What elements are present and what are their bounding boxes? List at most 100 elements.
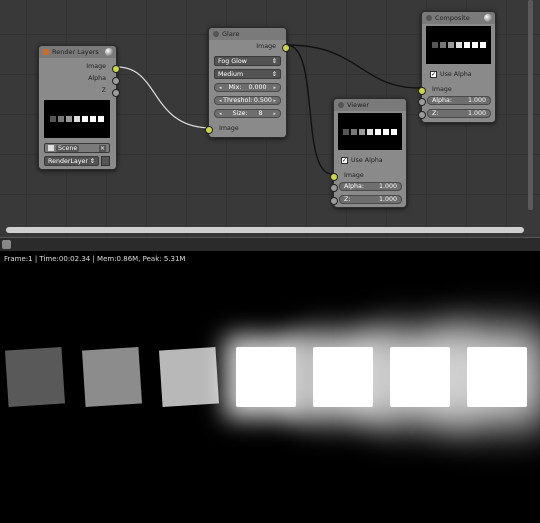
render-cube xyxy=(313,343,377,407)
render-layers-header[interactable]: Render Layers xyxy=(39,46,116,58)
scene-icon xyxy=(48,145,54,151)
viewer-input-image: Image xyxy=(344,172,364,179)
chevron-updown-icon: ⇕ xyxy=(271,57,277,65)
glare-type-value: Fog Glow xyxy=(218,57,247,65)
viewer-collapse-icon[interactable] xyxy=(338,102,344,108)
viewer-use-alpha-label: Use Alpha xyxy=(351,157,383,164)
render-layers-title: Render Layers xyxy=(52,48,99,56)
glare-output-socket[interactable] xyxy=(282,44,290,52)
editor-type-icon[interactable] xyxy=(2,240,11,249)
arrow-right-icon[interactable]: ▸ xyxy=(273,98,276,104)
glare-threshold-field[interactable]: ◂ Threshol: 0.500 ▸ xyxy=(214,96,281,105)
composite-input-image: Image xyxy=(432,86,452,93)
horizontal-scrollbar[interactable] xyxy=(6,227,524,233)
viewer-z-value: 1.000 xyxy=(378,196,397,203)
render-layers-preview xyxy=(44,100,110,138)
viewer-image-socket[interactable] xyxy=(330,173,338,181)
viewer-alpha-socket[interactable] xyxy=(330,184,338,192)
viewer-alpha-value: 1.000 xyxy=(378,183,397,190)
glare-input-socket[interactable] xyxy=(205,126,213,134)
chevron-updown-icon: ⇕ xyxy=(271,70,277,78)
render-cube xyxy=(82,343,146,407)
glare-collapse-icon[interactable] xyxy=(213,31,219,37)
chevron-updown-icon: ⇕ xyxy=(89,157,95,165)
composite-alpha-label: Alpha: xyxy=(432,97,453,104)
render-layers-node[interactable]: Render Layers Image Alpha Z Scene × Rend… xyxy=(38,45,120,170)
viewer-use-alpha-checkbox[interactable]: ✓ xyxy=(341,157,348,164)
composite-z-socket[interactable] xyxy=(418,111,426,119)
composite-preview xyxy=(426,26,491,64)
vertical-scrollbar[interactable] xyxy=(528,0,533,210)
render-layers-z-socket[interactable] xyxy=(112,89,120,97)
arrow-left-icon[interactable]: ◂ xyxy=(219,98,222,104)
render-layer-selector[interactable]: RenderLayer ⇕ xyxy=(44,156,99,166)
scene-label: Scene xyxy=(56,144,80,152)
glare-mix-field[interactable]: ◂ Mix: 0.000 ▸ xyxy=(214,83,281,92)
render-result-view[interactable]: Frame:1 | Time:00:02.34 | Mem:0.86M, Pea… xyxy=(0,251,540,523)
viewer-header[interactable]: Viewer xyxy=(334,99,406,111)
scene-selector[interactable]: Scene × xyxy=(44,143,110,153)
glare-quality-dropdown[interactable]: Medium ⇕ xyxy=(214,69,281,79)
glare-quality-value: Medium xyxy=(218,70,244,78)
arrow-left-icon[interactable]: ◂ xyxy=(219,85,222,91)
composite-image-socket[interactable] xyxy=(418,87,426,95)
composite-alpha-field[interactable]: Alpha: 1.000 xyxy=(427,96,491,105)
composite-alpha-value: 1.000 xyxy=(467,97,486,104)
render-info-text: Frame:1 | Time:00:02.34 | Mem:0.86M, Pea… xyxy=(4,255,186,263)
render-cube xyxy=(5,343,69,407)
composite-use-alpha-label: Use Alpha xyxy=(440,71,472,78)
glare-mix-value: 0.000 xyxy=(248,84,267,91)
composite-node[interactable]: Composite ✓ Use Alpha Image Alpha: 1.000… xyxy=(418,11,496,123)
viewer-alpha-label: Alpha: xyxy=(344,183,365,190)
render-layers-output-alpha: Alpha xyxy=(88,75,106,82)
viewer-node[interactable]: Viewer ✓ Use Alpha Image Alpha: 1.000 Z:… xyxy=(330,98,407,208)
node-editor[interactable]: Render Layers Image Alpha Z Scene × Rend… xyxy=(0,0,540,237)
render-cube xyxy=(390,343,454,407)
close-icon[interactable]: × xyxy=(99,144,106,152)
viewer-z-label: Z: xyxy=(344,196,351,203)
glare-input-image: Image xyxy=(219,125,239,132)
viewer-alpha-field[interactable]: Alpha: 1.000 xyxy=(339,182,402,191)
composite-z-value: 1.000 xyxy=(467,110,486,117)
glare-threshold-label: Threshol: xyxy=(223,97,253,104)
glare-mix-label: Mix: xyxy=(228,84,242,91)
glare-output-image: Image xyxy=(256,43,276,50)
node-sphere-icon[interactable] xyxy=(484,14,492,22)
viewer-z-field[interactable]: Z: 1.000 xyxy=(339,195,402,204)
composite-alpha-socket[interactable] xyxy=(418,98,426,106)
glare-node[interactable]: Glare Image Fog Glow ⇕ Medium ⇕ ◂ Mix: 0… xyxy=(205,27,290,138)
glare-threshold-value: 0.500 xyxy=(253,97,272,104)
viewer-z-socket[interactable] xyxy=(330,197,338,205)
render-cube xyxy=(236,343,300,407)
render-cube xyxy=(467,343,531,407)
composite-use-alpha-checkbox[interactable]: ✓ xyxy=(430,71,437,78)
render-layer-value: RenderLayer xyxy=(48,157,88,165)
render-layers-alpha-socket[interactable] xyxy=(112,77,120,85)
area-divider[interactable] xyxy=(0,237,540,252)
arrow-left-icon[interactable]: ◂ xyxy=(219,111,222,117)
render-layers-icon xyxy=(43,49,49,55)
link-glare-viewer xyxy=(286,44,333,175)
composite-collapse-icon[interactable] xyxy=(426,15,432,21)
arrow-right-icon[interactable]: ▸ xyxy=(273,111,276,117)
viewer-title: Viewer xyxy=(347,101,370,109)
composite-header[interactable]: Composite xyxy=(422,12,495,24)
glare-size-value: 8 xyxy=(258,110,263,117)
composite-z-label: Z: xyxy=(432,110,439,117)
viewer-preview xyxy=(338,113,402,150)
composite-title: Composite xyxy=(435,14,470,22)
render-layers-output-image: Image xyxy=(86,63,106,70)
arrow-right-icon[interactable]: ▸ xyxy=(273,85,276,91)
glare-title: Glare xyxy=(222,30,240,38)
composite-z-field[interactable]: Z: 1.000 xyxy=(427,109,491,118)
render-layers-image-socket[interactable] xyxy=(112,65,120,73)
link-renderlayers-glare xyxy=(116,66,211,129)
render-icon[interactable] xyxy=(101,156,110,166)
render-layers-output-z: Z xyxy=(101,87,106,94)
render-cube xyxy=(159,343,223,407)
glare-type-dropdown[interactable]: Fog Glow ⇕ xyxy=(214,56,281,66)
glare-size-label: Size: xyxy=(232,110,248,117)
glare-size-field[interactable]: ◂ Size: 8 ▸ xyxy=(214,109,281,118)
node-sphere-icon[interactable] xyxy=(105,48,113,56)
glare-header[interactable]: Glare xyxy=(209,28,286,40)
